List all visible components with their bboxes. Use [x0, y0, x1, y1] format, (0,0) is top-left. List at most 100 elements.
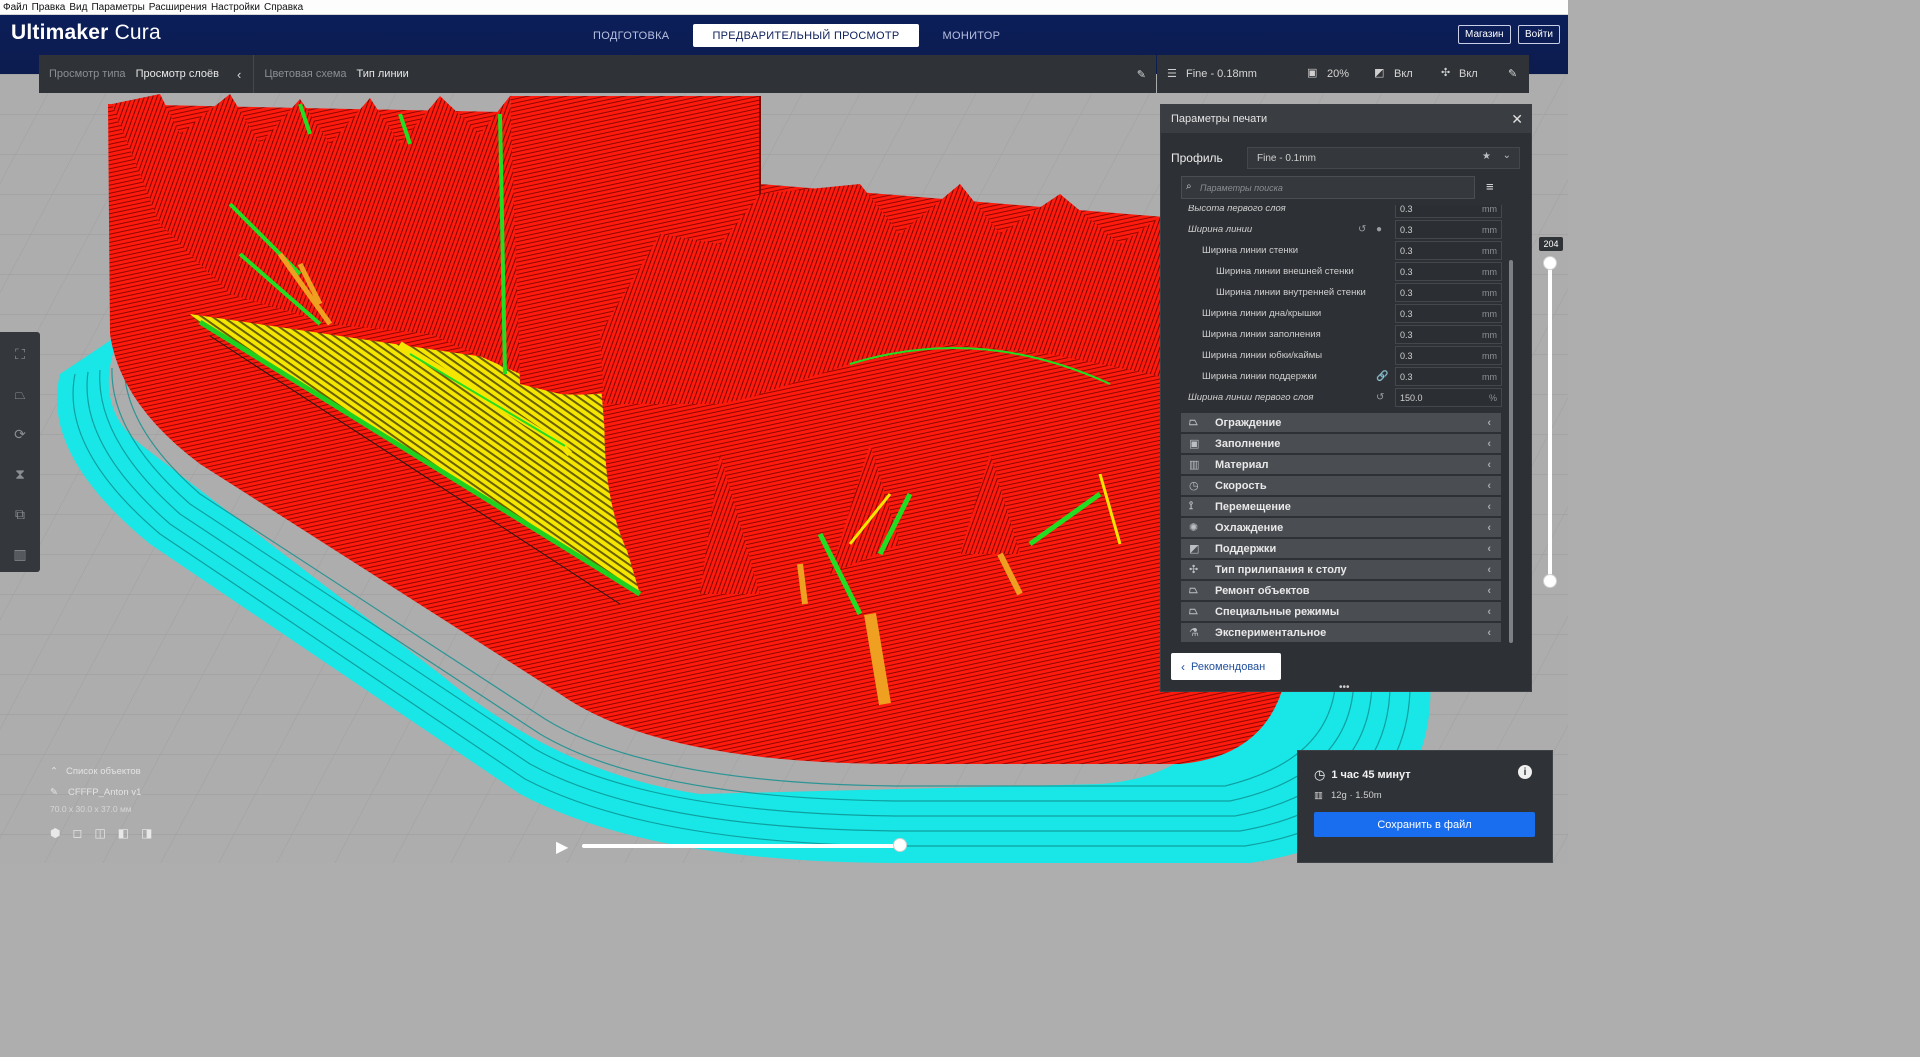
setting-input[interactable]: 0.3 mm — [1395, 262, 1502, 281]
category-material[interactable]: ▥ Материал ‹ — [1181, 455, 1501, 474]
category-mesh-fixes[interactable]: ⏢ Ремонт объектов ‹ — [1181, 581, 1501, 600]
setting-row-line-width[interactable]: Ширина линии ↺ ● 0.3 mm — [1180, 219, 1505, 240]
category-speed[interactable]: ◷ Скорость ‹ — [1181, 476, 1501, 495]
support-blocker-icon[interactable]: ▥ — [8, 542, 32, 566]
menu-view[interactable]: Вид — [69, 2, 87, 13]
print-time-row: ◷ 1 час 45 минут — [1314, 767, 1411, 783]
layer-number-badge[interactable]: 204 — [1539, 237, 1563, 251]
path-slider-handle[interactable] — [893, 838, 907, 852]
material-icon: ▥ — [1189, 459, 1200, 471]
setting-input[interactable]: 0.3 mm — [1395, 304, 1502, 323]
setting-row-wall-line-width[interactable]: Ширина линии стенки 0.3 mm — [1180, 240, 1505, 261]
tab-prepare[interactable]: ПОДГОТОВКА — [575, 24, 687, 47]
support-icon: ◩ — [1189, 543, 1200, 555]
tab-preview[interactable]: ПРЕДВАРИТЕЛЬНЫЙ ПРОСМОТР — [693, 24, 919, 47]
chevron-left-icon: ‹ — [1487, 500, 1491, 513]
layer-slider-top-handle[interactable] — [1543, 256, 1557, 270]
travel-icon: ⟟ — [1189, 500, 1194, 512]
setting-row-top-bottom-line-width[interactable]: Ширина линии дна/крышки 0.3 mm — [1180, 303, 1505, 324]
per-model-settings-icon[interactable]: ⧉ — [8, 502, 32, 526]
profile-row: Профиль Fine - 0.1mm ★ ⌄ — [1171, 147, 1521, 169]
category-support[interactable]: ◩ Поддержки ‹ — [1181, 539, 1501, 558]
menu-file[interactable]: Файл — [3, 2, 28, 13]
category-adhesion[interactable]: ✣ Тип прилипания к столу ‹ — [1181, 560, 1501, 579]
print-setup-toolbar[interactable]: ☰ Fine - 0.18mm ▣ 20% ◩ Вкл ✣ Вкл ✎ — [1157, 55, 1529, 93]
setting-row-cutoff: Высота первого слоя 0.3 mm — [1180, 205, 1505, 219]
setting-input[interactable]: 0.3 mm — [1395, 241, 1502, 260]
view-toolbar: Просмотр типа Просмотр слоёв ‹ Цветовая … — [39, 55, 1156, 93]
marketplace-button[interactable]: Магазин — [1458, 25, 1511, 44]
category-travel[interactable]: ⟟ Перемещение ‹ — [1181, 497, 1501, 516]
top-view-icon[interactable]: ◫ — [94, 826, 105, 840]
profile-select[interactable]: Fine - 0.1mm ★ ⌄ — [1247, 147, 1520, 169]
chevron-left-icon[interactable]: ‹ — [237, 67, 241, 82]
color-scheme-value[interactable]: Тип линии — [357, 68, 409, 80]
star-icon[interactable]: ★ — [1482, 151, 1491, 162]
recommended-button[interactable]: ‹ Рекомендован — [1171, 653, 1281, 680]
rotate-tool-icon[interactable]: ⟳ — [8, 422, 32, 446]
setting-input[interactable]: 0.3 mm — [1395, 325, 1502, 344]
category-infill[interactable]: ▣ Заполнение ‹ — [1181, 434, 1501, 453]
play-icon[interactable]: ▶ — [556, 837, 568, 857]
menu-preferences[interactable]: Настройки — [211, 2, 260, 13]
reset-icon[interactable]: ↺ — [1358, 224, 1366, 235]
menu-settings[interactable]: Параметры — [91, 2, 144, 13]
setting-row-initial-layer-line-width[interactable]: Ширина линии первого слоя ↺ 150.0% — [1180, 387, 1505, 408]
setting-input[interactable]: 0.3 mm — [1395, 367, 1502, 386]
settings-menu-icon[interactable]: ≡ — [1486, 179, 1494, 194]
right-view-icon[interactable]: ◨ — [141, 826, 152, 840]
category-cooling[interactable]: ✺ Охлаждение ‹ — [1181, 518, 1501, 537]
layer-slider-bottom-handle[interactable] — [1543, 574, 1557, 588]
tab-monitor[interactable]: МОНИТОР — [925, 24, 1019, 47]
pencil-icon[interactable]: ✎ — [50, 787, 58, 798]
close-icon[interactable]: ✕ — [1511, 111, 1523, 128]
save-to-file-button[interactable]: Сохранить в файл — [1314, 812, 1535, 837]
chevron-left-icon: ‹ — [1487, 563, 1491, 576]
path-slider-track[interactable] — [582, 844, 902, 848]
setting-row-outer-wall-line-width[interactable]: Ширина линии внешней стенки 0.3 mm — [1180, 261, 1505, 282]
object-list-label: Список объектов — [65, 766, 141, 777]
3d-view-icon[interactable]: ⬢ — [50, 826, 60, 840]
object-dimensions: 70.0 x 30.0 x 37.0 мм — [50, 804, 132, 814]
setting-input[interactable]: 0.3 mm — [1395, 346, 1502, 365]
search-input[interactable]: Параметры поиска — [1181, 176, 1475, 199]
info-icon[interactable]: i — [1518, 765, 1532, 779]
menu-edit[interactable]: Правка — [32, 2, 66, 13]
print-settings-panel: Параметры печати ✕ Профиль Fine - 0.1mm … — [1160, 104, 1532, 693]
profile-label: Профиль — [1171, 151, 1223, 165]
chevron-left-icon: ‹ — [1487, 521, 1491, 534]
category-shell[interactable]: ⏢ Ограждение ‹ — [1181, 413, 1501, 432]
resize-handle-icon[interactable]: ••• — [1339, 682, 1350, 693]
object-list-header[interactable]: ⌃ Список объектов — [50, 766, 152, 777]
scale-tool-icon[interactable]: ⏢ — [8, 382, 32, 406]
adhesion-icon: ✣ — [1441, 67, 1451, 79]
menu-help[interactable]: Справка — [264, 2, 303, 13]
menu-extensions[interactable]: Расширения — [149, 2, 207, 13]
setting-row-support-line-width[interactable]: Ширина линии поддержки 🔗 0.3 mm — [1180, 366, 1505, 387]
edit-pencil-icon[interactable]: ✎ — [1508, 67, 1517, 80]
chevron-left-icon: ‹ — [1487, 584, 1491, 597]
category-experimental[interactable]: ⚗ Экспериментальное ‹ — [1181, 623, 1501, 642]
setting-input[interactable]: 0.3 mm — [1395, 283, 1502, 302]
setting-row-skirt-brim-line-width[interactable]: Ширина линии юбки/каймы 0.3 mm — [1180, 345, 1505, 366]
linked-setting-icon: ● — [1376, 224, 1383, 235]
camera-view-buttons: ⬢ ◻ ◫ ◧ ◨ — [50, 826, 152, 840]
object-name: CFFFP_Anton v1 — [67, 787, 142, 798]
move-tool-icon[interactable]: ⛶ — [8, 342, 32, 366]
settings-scrollbar[interactable] — [1509, 260, 1513, 643]
setting-row-infill-line-width[interactable]: Ширина линии заполнения 0.3 mm — [1180, 324, 1505, 345]
setting-input[interactable]: 150.0% — [1395, 388, 1502, 407]
layer-slider-track[interactable] — [1548, 262, 1552, 583]
edit-pencil-icon[interactable]: ✎ — [1137, 68, 1146, 81]
setting-input[interactable]: 0.3 mm — [1395, 220, 1502, 239]
front-view-icon[interactable]: ◻ — [72, 826, 82, 840]
reset-icon[interactable]: ↺ — [1376, 392, 1384, 403]
category-special-modes[interactable]: ⏢ Специальные режимы ‹ — [1181, 602, 1501, 621]
clock-icon: ◷ — [1314, 767, 1326, 782]
mirror-tool-icon[interactable]: ⧗ — [8, 462, 32, 486]
view-type-value[interactable]: Просмотр слоёв — [136, 68, 219, 80]
tool-panel: ⛶ ⏢ ⟳ ⧗ ⧉ ▥ — [0, 332, 40, 572]
setting-row-inner-wall-line-width[interactable]: Ширина линии внутренней стенки 0.3 mm — [1180, 282, 1505, 303]
signin-button[interactable]: Войти — [1518, 25, 1560, 44]
left-view-icon[interactable]: ◧ — [118, 826, 129, 840]
